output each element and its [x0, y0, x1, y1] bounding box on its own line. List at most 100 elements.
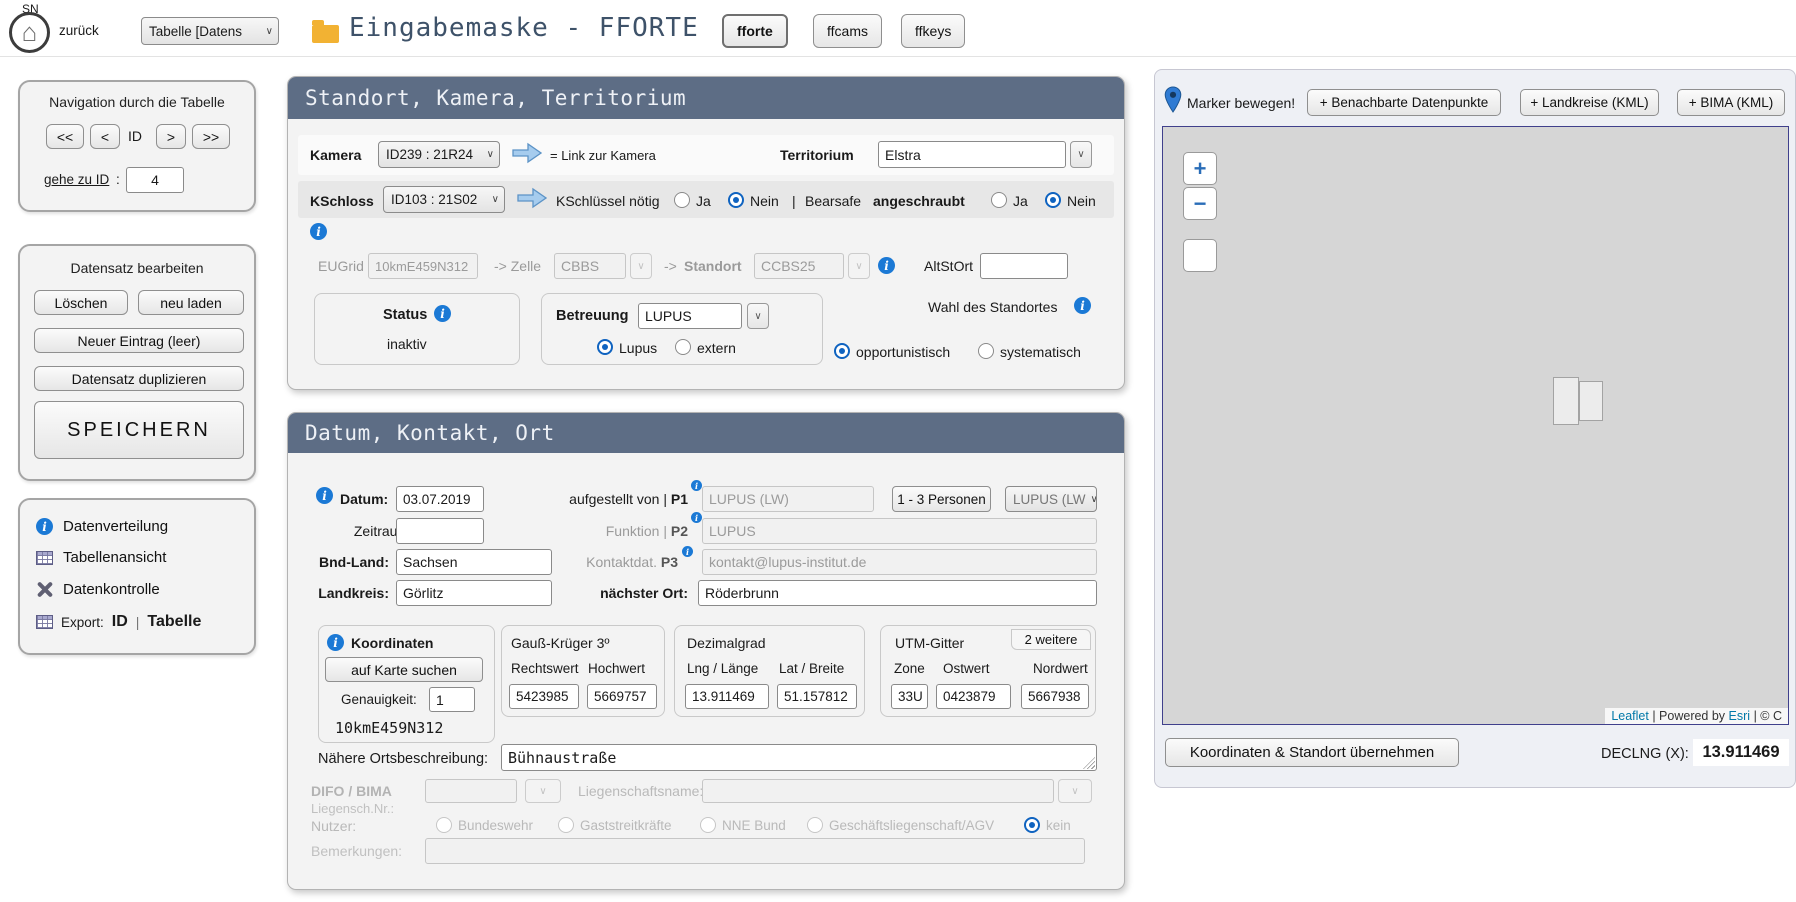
- delete-button[interactable]: Löschen: [34, 290, 128, 315]
- reload-button[interactable]: neu laden: [138, 290, 244, 315]
- info-icon[interactable]: i: [327, 634, 344, 651]
- info-icon[interactable]: i: [691, 512, 702, 523]
- prev-record-button[interactable]: <: [90, 124, 120, 149]
- ort-label: nächster Ort:: [554, 585, 688, 601]
- gausskrueger-title: Gauß-Krüger 3º: [511, 635, 610, 651]
- data-distribution-link[interactable]: i Datenverteilung: [36, 518, 168, 535]
- lat-input[interactable]: 51.157812: [777, 684, 857, 709]
- betreuung-dropdown-button[interactable]: ∨: [747, 303, 769, 329]
- genauigkeit-label: Genauigkeit:: [341, 692, 417, 707]
- last-record-button[interactable]: >>: [192, 124, 230, 149]
- landkreise-kml-button[interactable]: + Landkreise (KML): [1520, 89, 1659, 116]
- zelle-dropdown-button: ∨: [630, 253, 652, 279]
- bearsafe-ja-radio[interactable]: [991, 192, 1007, 208]
- app-tab-ffcams[interactable]: ffcams: [813, 14, 882, 48]
- table-select[interactable]: Tabelle [Datens ∨: [141, 17, 279, 45]
- back-link[interactable]: zurück: [59, 23, 99, 38]
- betreuung-label: Betreuung: [556, 308, 629, 324]
- zoom-in-button[interactable]: +: [1183, 152, 1217, 185]
- info-icon[interactable]: i: [878, 257, 895, 274]
- duplicate-button[interactable]: Datensatz duplizieren: [34, 366, 244, 391]
- goto-id-input[interactable]: 4: [126, 167, 184, 193]
- nordwert-input[interactable]: 5667938: [1021, 684, 1089, 709]
- info-icon[interactable]: i: [691, 480, 702, 491]
- section-datum-header: Datum, Kontakt, Ort: [288, 413, 1124, 453]
- table-icon: [36, 551, 53, 565]
- bima-kml-button[interactable]: + BIMA (KML): [1677, 89, 1785, 116]
- ort-input[interactable]: Röderbrunn: [698, 580, 1097, 606]
- divider-pipe: |: [792, 193, 796, 209]
- personen-button[interactable]: 1 - 3 Personen: [892, 486, 991, 512]
- ostwert-input[interactable]: 0423879: [936, 684, 1011, 709]
- export-id-link[interactable]: ID: [112, 613, 128, 631]
- zeitraum-input[interactable]: [396, 518, 484, 544]
- section-datum: Datum, Kontakt, Ort i Datum: 03.07.2019 …: [287, 412, 1125, 890]
- tools-box: i Datenverteilung Tabellenansicht Datenk…: [18, 498, 256, 655]
- data-check-link[interactable]: Datenkontrolle: [36, 581, 160, 598]
- save-button[interactable]: SPEICHERN: [34, 401, 244, 459]
- bearsafe-nein-radio[interactable]: [1045, 192, 1061, 208]
- map-search-button[interactable]: auf Karte suchen: [325, 657, 483, 682]
- link-arrow-icon[interactable]: [512, 142, 542, 164]
- zone-input[interactable]: 33U: [891, 684, 928, 709]
- info-icon[interactable]: i: [1074, 297, 1091, 314]
- kschluessel-ja-radio[interactable]: [674, 192, 690, 208]
- ortsbeschreibung-input[interactable]: Bühnaustraße: [501, 744, 1097, 771]
- info-icon[interactable]: i: [434, 305, 451, 322]
- landkreis-input[interactable]: Görlitz: [396, 580, 552, 606]
- resize-grip-icon[interactable]: [1083, 757, 1095, 769]
- betreuung-box: Betreuung LUPUS ∨ Lupus extern: [541, 293, 823, 365]
- kamera-select[interactable]: ID239 : 21R24 ∨: [378, 141, 500, 168]
- datum-label: Datum:: [340, 491, 388, 507]
- table-view-link[interactable]: Tabellenansicht: [36, 549, 166, 566]
- kamera-select-value: ID239 : 21R24: [386, 147, 473, 162]
- altstort-input[interactable]: [980, 253, 1068, 279]
- record-title: Datensatz bearbeiten: [20, 260, 254, 276]
- zoom-out-button[interactable]: −: [1183, 187, 1217, 220]
- genauigkeit-input[interactable]: 1: [429, 687, 475, 712]
- info-icon[interactable]: i: [316, 487, 333, 504]
- nutzer-label: Nutzer:: [311, 818, 356, 834]
- next-record-button[interactable]: >: [156, 124, 186, 149]
- app-tab-ffkeys[interactable]: ffkeys: [901, 14, 965, 48]
- datum-input[interactable]: 03.07.2019: [396, 486, 484, 512]
- betreuung-extern-label: extern: [697, 340, 736, 356]
- kschluessel-nein-radio[interactable]: [728, 192, 744, 208]
- map-canvas[interactable]: + − Leaflet | Powered by Esri | © C: [1162, 126, 1789, 725]
- info-icon[interactable]: i: [682, 546, 693, 557]
- wahl-systematisch-radio[interactable]: [978, 343, 994, 359]
- p1-select[interactable]: LUPUS (LW ∨: [1005, 486, 1097, 512]
- wahl-opportunistisch-radio[interactable]: [834, 343, 850, 359]
- navigation-box: Navigation durch die Tabelle << < ID > >…: [18, 80, 256, 212]
- lng-input[interactable]: 13.911469: [685, 684, 769, 709]
- leaflet-link[interactable]: Leaflet: [1611, 709, 1649, 723]
- link-arrow-icon[interactable]: [517, 187, 547, 209]
- nutzer-geschaeftsliegenschaft-label: Geschäftsliegenschaft/AGV: [829, 818, 994, 833]
- app-tab-fforte[interactable]: fforte: [722, 14, 788, 48]
- goto-id-link[interactable]: gehe zu ID: [44, 172, 109, 187]
- betreuung-extern-radio[interactable]: [675, 339, 691, 355]
- export-table-link[interactable]: Tabelle: [147, 613, 201, 631]
- hochwert-input[interactable]: 5669757: [587, 684, 657, 709]
- apply-coordinates-button[interactable]: Koordinaten & Standort übernehmen: [1165, 738, 1459, 767]
- first-record-button[interactable]: <<: [46, 124, 84, 149]
- bndland-input[interactable]: Sachsen: [396, 549, 552, 575]
- home-button[interactable]: ⌂: [9, 12, 50, 53]
- new-entry-button[interactable]: Neuer Eintrag (leer): [34, 328, 244, 353]
- p1-label: aufgestellt von | P1: [554, 491, 688, 507]
- table-icon: [36, 615, 53, 629]
- p2-input: LUPUS: [702, 518, 1097, 544]
- betreuung-lupus-radio[interactable]: [597, 339, 613, 355]
- layers-button[interactable]: [1183, 239, 1217, 272]
- rechtswert-input[interactable]: 5423985: [509, 684, 579, 709]
- territorium-input[interactable]: Elstra: [878, 141, 1066, 168]
- datapoints-button[interactable]: + Benachbarte Datenpunkte: [1307, 89, 1501, 116]
- rechtswert-label: Rechtswert: [511, 661, 579, 676]
- standort-dropdown-button: ∨: [848, 253, 870, 279]
- kschloss-select[interactable]: ID103 : 21S02 ∨: [383, 186, 505, 213]
- territorium-dropdown-button[interactable]: ∨: [1070, 141, 1092, 168]
- utm-more-button[interactable]: 2 weitere: [1011, 629, 1091, 650]
- info-icon[interactable]: i: [310, 223, 327, 240]
- esri-link[interactable]: Esri: [1729, 709, 1751, 723]
- betreuung-input[interactable]: LUPUS: [638, 303, 742, 329]
